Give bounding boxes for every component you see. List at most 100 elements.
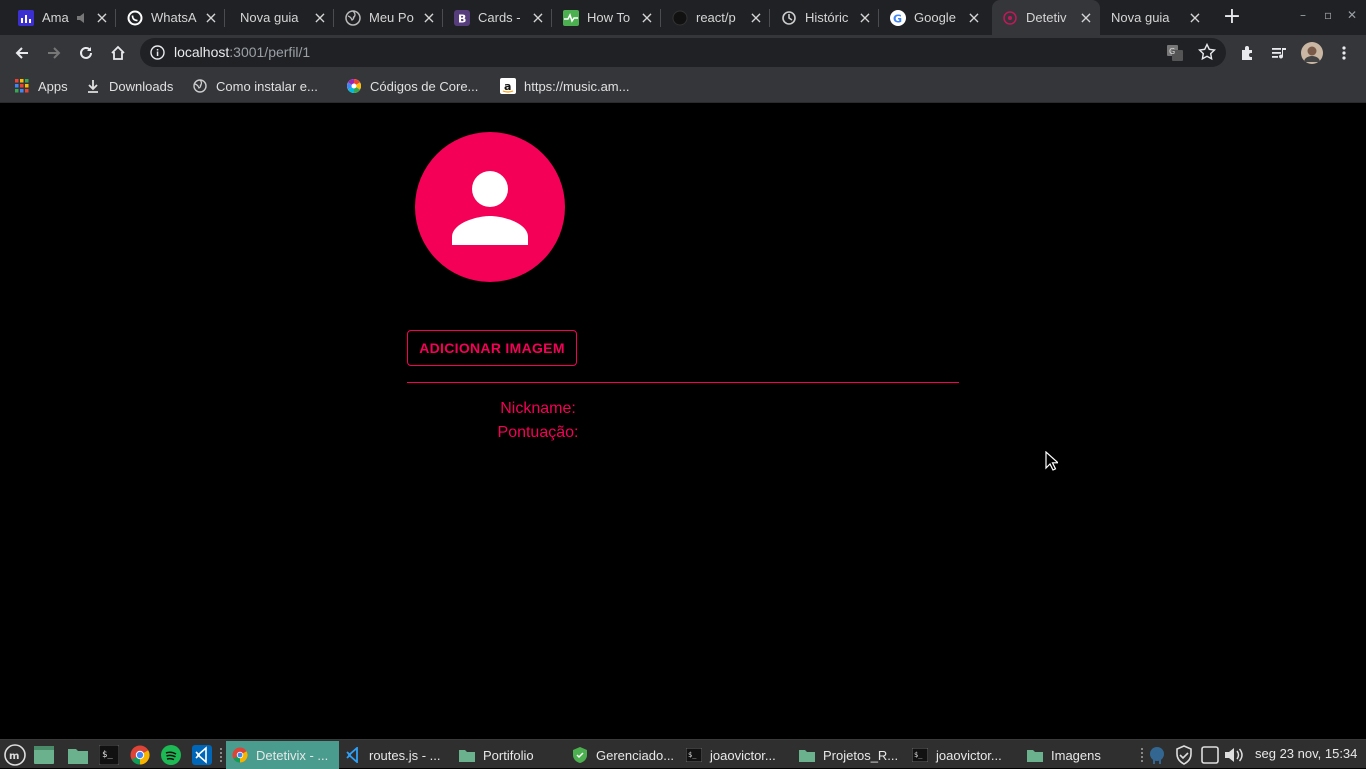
tab-close-button[interactable]: × bbox=[966, 9, 982, 26]
menu-button[interactable] bbox=[1331, 40, 1357, 66]
browser-toolbar: localhost:3001/perfil/1 G bbox=[0, 35, 1366, 70]
new-tab-button[interactable]: + bbox=[1222, 6, 1242, 28]
tab-whatsapp[interactable]: WhatsA × bbox=[117, 0, 225, 35]
task-detetivix[interactable]: Detetivix - ... bbox=[226, 741, 339, 769]
tab-how-to[interactable]: How To × bbox=[553, 0, 661, 35]
info-icon[interactable] bbox=[150, 45, 165, 60]
window-tray-icon[interactable] bbox=[1200, 745, 1220, 765]
kebab-menu-icon bbox=[1342, 46, 1346, 60]
bookmark-downloads[interactable]: Downloads bbox=[85, 76, 173, 96]
tab-cards[interactable]: B Cards - × bbox=[444, 0, 552, 35]
tab-detetivix-active[interactable]: Detetiv × bbox=[992, 0, 1100, 35]
bootstrap-icon: B bbox=[454, 9, 470, 26]
forward-arrow-icon bbox=[48, 47, 61, 59]
files-launcher-icon[interactable] bbox=[67, 744, 89, 766]
address-bar[interactable]: localhost:3001/perfil/1 G bbox=[140, 38, 1226, 67]
url-text: localhost:3001/perfil/1 bbox=[174, 44, 311, 60]
task-label: Detetivix - ... bbox=[256, 747, 329, 763]
tab-close-button[interactable]: × bbox=[1187, 9, 1203, 26]
vscode-launcher-icon[interactable] bbox=[191, 744, 213, 766]
task-label: joaovictor... bbox=[710, 747, 776, 763]
postgres-tray-icon[interactable] bbox=[1147, 745, 1167, 765]
tab-historico[interactable]: Históric × bbox=[771, 0, 879, 35]
close-window-button[interactable]: ✕ bbox=[1347, 8, 1357, 22]
bookmark-apps[interactable]: Apps bbox=[14, 76, 68, 96]
task-portifolio[interactable]: Portifolio bbox=[453, 741, 565, 769]
bookmarks-bar: Apps Downloads Como instalar e... Código… bbox=[0, 70, 1366, 103]
bookmark-codigos-cores[interactable]: Códigos de Core... bbox=[346, 76, 478, 96]
tab-amazon-music[interactable]: Ama × bbox=[8, 0, 116, 35]
bookmark-star-icon[interactable] bbox=[1197, 42, 1217, 65]
back-arrow-icon bbox=[15, 47, 28, 59]
tab-react[interactable]: react/p × bbox=[662, 0, 770, 35]
task-gerenciador[interactable]: Gerenciado... bbox=[566, 741, 678, 769]
task-routes-js[interactable]: routes.js - ... bbox=[339, 741, 451, 769]
reload-button[interactable] bbox=[73, 40, 99, 66]
show-desktop-icon[interactable] bbox=[33, 744, 55, 766]
puzzle-icon bbox=[1242, 46, 1252, 60]
minimize-button[interactable]: – bbox=[1300, 8, 1306, 22]
mouse-cursor-icon bbox=[1045, 450, 1060, 475]
google-icon: G bbox=[890, 9, 906, 26]
tab-title: Detetiv bbox=[1026, 10, 1067, 25]
task-label: routes.js - ... bbox=[369, 747, 441, 763]
user-icon bbox=[452, 171, 528, 245]
task-terminal-1[interactable]: $_ joaovictor... bbox=[680, 741, 792, 769]
tab-close-button[interactable]: × bbox=[1078, 9, 1094, 26]
whatsapp-icon bbox=[127, 10, 143, 26]
tab-close-button[interactable]: × bbox=[748, 9, 764, 26]
tab-title: Meu Po bbox=[369, 10, 414, 25]
profile-avatar[interactable] bbox=[1299, 40, 1325, 66]
add-image-button[interactable]: ADICIONAR IMAGEM bbox=[407, 330, 577, 366]
home-button[interactable] bbox=[105, 40, 131, 66]
svg-text:$_: $_ bbox=[914, 751, 923, 759]
tab-title: Históric bbox=[805, 10, 849, 25]
task-terminal-2[interactable]: $_ joaovictor... bbox=[906, 741, 1018, 769]
back-button[interactable] bbox=[9, 40, 35, 66]
chrome-launcher-icon[interactable] bbox=[129, 744, 151, 766]
svg-text:$_: $_ bbox=[688, 751, 697, 759]
mint-menu-icon[interactable]: m bbox=[4, 744, 26, 766]
terminal-icon: $_ bbox=[686, 747, 702, 763]
tab-title: Cards - bbox=[478, 10, 521, 25]
tab-title: react/p bbox=[696, 10, 736, 25]
extensions-button[interactable] bbox=[1234, 40, 1260, 66]
task-projetos[interactable]: Projetos_R... bbox=[793, 741, 905, 769]
nickname-label: Nickname: bbox=[500, 400, 576, 417]
tab-close-button[interactable]: × bbox=[312, 9, 328, 26]
bookmark-como-instalar[interactable]: Como instalar e... bbox=[192, 76, 318, 96]
bookmark-label: Downloads bbox=[109, 78, 174, 94]
profile-page: ADICIONAR IMAGEM Nickname: Pontuação: bbox=[0, 104, 1366, 739]
system-clock[interactable]: seg 23 nov, 15:34 bbox=[1255, 746, 1357, 761]
task-label: Imagens bbox=[1051, 747, 1101, 763]
tab-close-button[interactable]: × bbox=[203, 9, 219, 26]
maximize-button[interactable]: ▫ bbox=[1324, 8, 1332, 22]
tab-google[interactable]: G Google × bbox=[880, 0, 988, 35]
tab-nova-guia[interactable]: Nova guia × bbox=[226, 0, 334, 35]
translate-icon[interactable]: G bbox=[1166, 44, 1184, 66]
task-imagens[interactable]: Imagens bbox=[1021, 741, 1133, 769]
terminal-launcher-icon[interactable]: $_ bbox=[98, 744, 120, 766]
bookmark-amazon-music[interactable]: a https://music.am... bbox=[500, 76, 629, 96]
media-control-button[interactable] bbox=[1266, 40, 1292, 66]
tab-meu-portfolio[interactable]: Meu Po × bbox=[335, 0, 443, 35]
home-icon bbox=[111, 45, 125, 60]
color-wheel-icon bbox=[346, 78, 362, 94]
tab-close-button[interactable]: × bbox=[421, 9, 437, 26]
tab-close-button[interactable]: × bbox=[94, 9, 110, 26]
bookmark-label: https://music.am... bbox=[524, 78, 630, 94]
forward-button[interactable] bbox=[41, 40, 67, 66]
tab-close-button[interactable]: × bbox=[857, 9, 873, 26]
task-label: Projetos_R... bbox=[823, 747, 899, 763]
tab-close-button[interactable]: × bbox=[530, 9, 546, 26]
shield-tray-icon[interactable] bbox=[1174, 745, 1194, 765]
task-label: joaovictor... bbox=[936, 747, 1002, 763]
folder-icon bbox=[459, 747, 475, 763]
spotify-launcher-icon[interactable] bbox=[160, 744, 182, 766]
score-label: Pontuação: bbox=[497, 424, 579, 441]
task-label: Gerenciado... bbox=[596, 747, 675, 763]
tab-nova-guia-2[interactable]: Nova guia × bbox=[1101, 0, 1209, 35]
apps-grid-icon bbox=[14, 78, 30, 94]
tab-close-button[interactable]: × bbox=[639, 9, 655, 26]
volume-icon[interactable] bbox=[1224, 745, 1244, 765]
